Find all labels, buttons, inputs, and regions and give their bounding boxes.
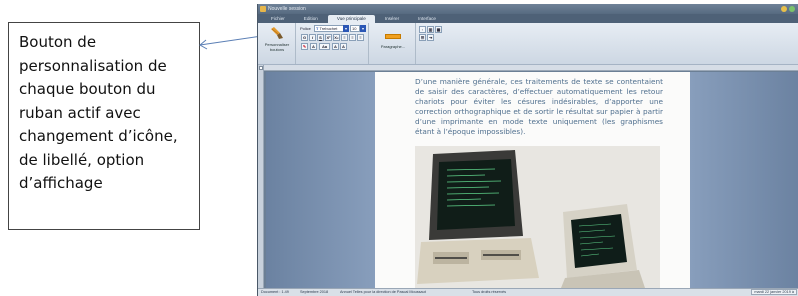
brush-icon [271,27,283,39]
font-group: Police T Trebuchet ▾ 10 ▾ G I S X² X₂ ≡ … [297,23,369,64]
case-button[interactable]: Aa [319,43,330,50]
customize-group: Personnaliser boutons [258,23,296,64]
layout-icon[interactable]: ▦ [435,26,442,33]
title-bar: Nouvelle session [258,4,798,14]
status-datetime: mardi 22 janvier 2019 à [751,289,797,295]
indent-icon[interactable]: ⇥ [427,34,434,41]
paragraph-button[interactable]: Paragraphe... [373,26,413,56]
highlight-icon[interactable]: ✎ [301,43,308,50]
grow-font-button[interactable]: A [332,43,339,50]
font-name-value: Trebuchet [319,26,338,31]
page-icon[interactable]: ▫ [419,26,426,33]
font-color-button[interactable]: A [310,43,317,50]
font-size-select[interactable]: 10 [350,25,360,32]
ribbon: Personnaliser boutons Police T Trebuchet… [258,23,798,65]
tab-edition[interactable]: Edition [295,15,327,23]
paragraph-label: Paragraphe... [380,44,406,49]
tab-interface[interactable]: Interface [409,15,445,23]
document-paragraph: D’une manière générale, ces traitements … [415,77,663,136]
document-page[interactable]: D’une manière générale, ces traitements … [375,72,690,288]
paragraph-icon [385,34,401,39]
app-window: Nouvelle session Fichier Edition Vue pri… [257,4,798,296]
tab-fichier[interactable]: Fichier [262,15,294,23]
underline-button[interactable]: S [317,34,324,41]
italic-button[interactable]: I [309,34,316,41]
font-size-dropdown[interactable]: ▾ [360,25,366,32]
vintage-computers-picture [415,146,660,288]
font-name-select[interactable]: T Trebuchet [314,25,344,32]
status-bar: Document : 1.49 Septembre 2018 Annuel Te… [258,288,798,296]
customize-label-line2: boutons [269,47,285,52]
maximize-button[interactable] [789,6,795,12]
font-name-dropdown[interactable]: ▾ [343,25,349,32]
police-label: Police [300,26,311,31]
ruler[interactable] [264,65,798,71]
bold-button[interactable]: G [301,34,308,41]
edit-area: D’une manière générale, ces traitements … [258,65,798,288]
status-date: Septembre 2018 [300,290,329,294]
customize-buttons-button[interactable]: Personnaliser boutons [259,25,295,55]
left-bar [258,65,264,288]
status-rights: Tous droits réservés [472,290,506,294]
subscript-button[interactable]: X₂ [333,34,340,41]
minimize-button[interactable] [781,6,787,12]
ribbon-tabs: Fichier Edition Vue principale Insérer I… [258,14,798,23]
font-size-value: 10 [352,26,357,31]
tab-inserer[interactable]: Insérer [376,15,408,23]
paragraph-group: Paragraphe... [370,23,416,64]
margin-marker-icon[interactable] [259,66,263,70]
status-document: Document : 1.49 [261,290,289,294]
window-controls [781,6,795,12]
list-icon[interactable]: ☰ [419,34,426,41]
shrink-font-icon[interactable]: A [340,43,347,50]
font-t-icon: T [316,26,319,31]
status-author: Annuel Telles pour la direction de Pasca… [340,290,426,294]
columns-icon[interactable]: ▥ [427,26,434,33]
page: { "callout": { "lines": [ "Bouton de", "… [0,0,798,296]
document-image [415,146,660,288]
align-center-icon[interactable]: ≡ [349,34,356,41]
align-left-icon[interactable]: ≡ [341,34,348,41]
view-tools-group: ▫ ▥ ▦ ☰ ⇥ [417,23,447,64]
tab-vue-principale[interactable]: Vue principale [327,15,375,23]
app-icon [260,6,266,12]
window-title: Nouvelle session [268,6,306,12]
align-right-icon[interactable]: ≡ [357,34,364,41]
superscript-button[interactable]: X² [325,34,332,41]
